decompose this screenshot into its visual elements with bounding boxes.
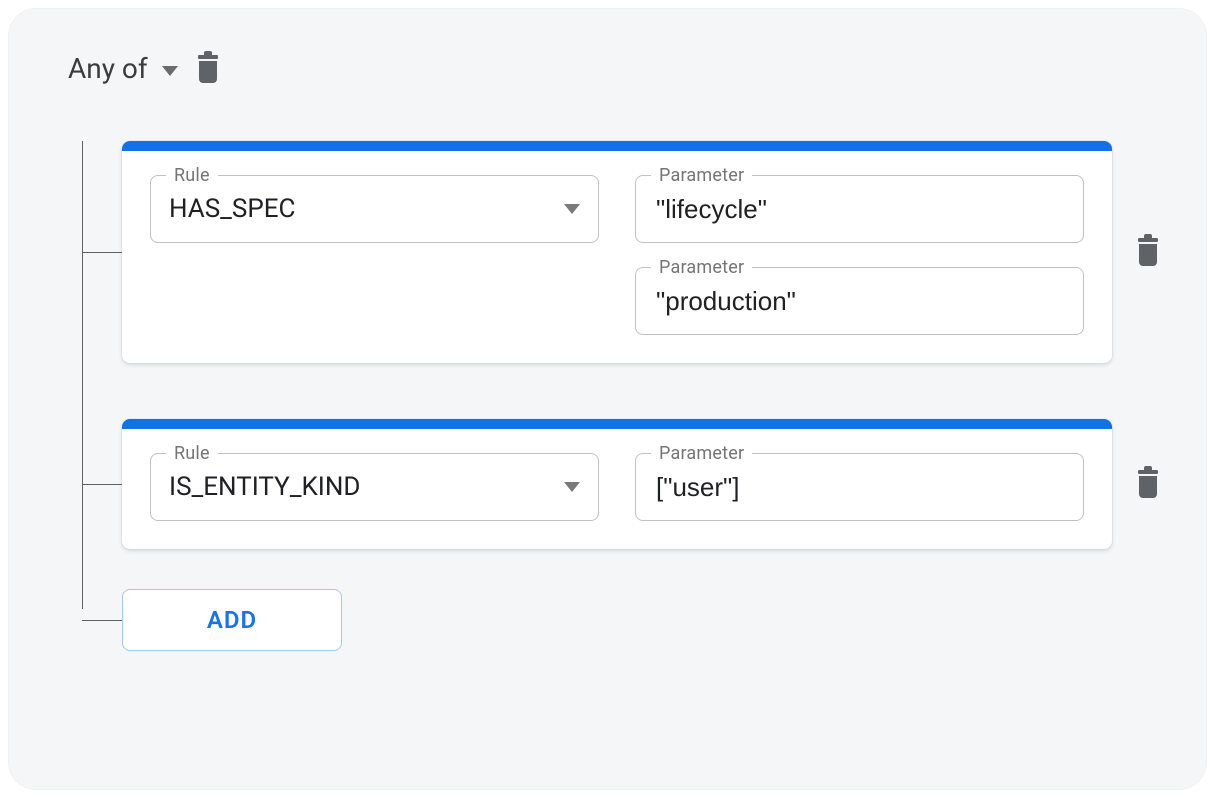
parameter-input[interactable] <box>654 285 1065 318</box>
parameter-input[interactable] <box>654 193 1065 226</box>
parameter-input[interactable] <box>654 471 1065 504</box>
add-rule-label: ADD <box>207 606 257 634</box>
parameter-field-label: Parameter <box>651 257 752 278</box>
parameter-field-label: Parameter <box>651 443 752 464</box>
chevron-down-icon <box>564 204 580 214</box>
rule-select-value: IS_ENTITY_KIND <box>169 472 360 502</box>
delete-rule-button[interactable] <box>1136 238 1160 266</box>
rule-field-label: Rule <box>166 165 218 186</box>
delete-rule-button[interactable] <box>1136 470 1160 498</box>
combinator-select[interactable]: Any of <box>68 52 178 85</box>
trash-icon <box>204 51 212 55</box>
chevron-down-icon <box>162 66 178 76</box>
rule-card: Rule HAS_SPEC Parameter <box>122 141 1112 363</box>
parameter-field-label: Parameter <box>651 165 752 186</box>
rule-builder-panel: Any of Rule HAS_ <box>8 8 1207 790</box>
add-rule-button[interactable]: ADD <box>122 589 342 651</box>
rule-field-label: Rule <box>166 443 218 464</box>
combinator-label: Any of <box>68 52 148 85</box>
delete-group-button[interactable] <box>196 55 220 83</box>
rule-select-value: HAS_SPEC <box>169 194 295 224</box>
rule-card: Rule IS_ENTITY_KIND Parameter <box>122 419 1112 549</box>
chevron-down-icon <box>564 482 580 492</box>
